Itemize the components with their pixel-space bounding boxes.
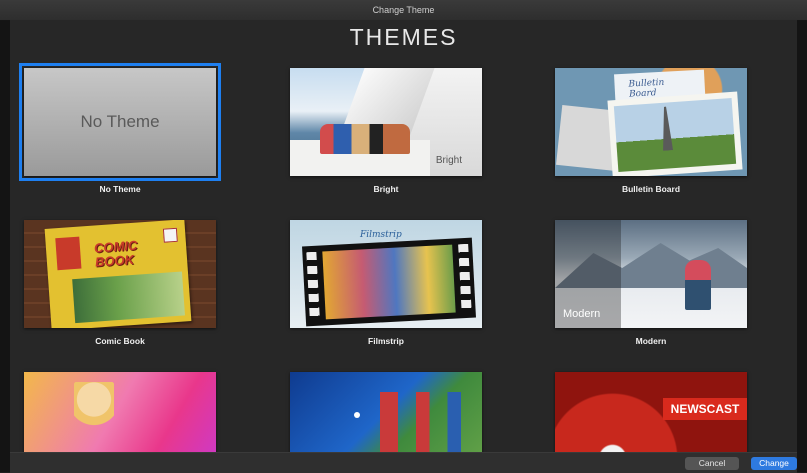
thumbnail-label: COMIC BOOK — [93, 237, 138, 270]
change-button[interactable]: Change — [751, 457, 797, 470]
thumbnail-label: Filmstrip — [360, 230, 402, 240]
people-image — [320, 124, 410, 154]
theme-caption: Comic Book — [95, 336, 145, 346]
thumbnail-label: Bright — [435, 155, 462, 166]
theme-thumbnail[interactable]: No Theme — [19, 63, 221, 181]
theme-tile-filmstrip[interactable]: Filmstrip Filmstrip — [290, 220, 482, 346]
photo-scene — [613, 97, 737, 173]
theme-caption: Filmstrip — [368, 336, 404, 346]
window-title: Change Theme — [0, 0, 807, 21]
kids-image — [380, 392, 470, 452]
themes-sheet: THEMES No Theme No Theme Bright Bright B… — [10, 20, 797, 452]
thumbnail-label: NEWSCAST — [670, 402, 740, 416]
film-perforations — [306, 251, 320, 321]
person-image — [74, 382, 114, 452]
theme-thumbnail[interactable]: NEWSCAST — [555, 372, 747, 452]
theme-caption: Bright — [373, 184, 399, 194]
theme-tile-modern[interactable]: Modern Modern — [555, 220, 747, 346]
stamp-icon — [162, 227, 178, 243]
theme-tile-row3-2[interactable] — [290, 372, 482, 452]
theme-caption: No Theme — [99, 184, 141, 194]
pinned-photo — [607, 91, 743, 176]
theme-thumbnail[interactable]: Bright — [290, 68, 482, 176]
theme-caption: Modern — [635, 336, 667, 346]
window-left-edge — [0, 0, 10, 472]
theme-thumbnail[interactable]: COMIC BOOK — [24, 220, 216, 328]
theme-caption: Bulletin Board — [621, 184, 681, 194]
theme-thumbnail[interactable]: Bulletin Board — [555, 68, 747, 176]
filmstrip-image — [302, 237, 476, 327]
theme-tile-bright[interactable]: Bright Bright — [290, 68, 482, 194]
people-image — [685, 260, 711, 310]
comic-book-cover: COMIC BOOK — [44, 220, 192, 328]
button-bar: Cancel Change — [10, 452, 797, 473]
map-dot-icon — [354, 412, 360, 418]
comic-photo — [72, 271, 185, 324]
theme-tile-comic-book[interactable]: COMIC BOOK Comic Book — [24, 220, 216, 346]
comic-red-panel — [55, 236, 82, 271]
newscast-banner: NEWSCAST — [663, 398, 747, 420]
theme-tile-newscast[interactable]: NEWSCAST — [555, 372, 747, 452]
theme-thumbnail[interactable] — [24, 372, 216, 452]
theme-grid: No Theme No Theme Bright Bright Bulletin… — [10, 20, 797, 452]
theme-thumbnail[interactable]: Filmstrip — [290, 220, 482, 328]
eiffel-tower-image — [660, 106, 673, 151]
film-perforations — [458, 243, 472, 313]
theme-thumbnail[interactable]: Modern — [555, 220, 747, 328]
window-right-edge — [797, 0, 807, 472]
theme-thumbnail[interactable] — [290, 372, 482, 452]
thumbnail-label: Modern — [563, 308, 601, 320]
theme-tile-bulletin-board[interactable]: Bulletin Board Bulletin Board — [555, 68, 747, 194]
thumbnail-label: No Theme — [80, 112, 160, 131]
cancel-button[interactable]: Cancel — [685, 457, 739, 470]
theme-tile-no-theme[interactable]: No Theme No Theme — [19, 63, 221, 194]
theme-tile-row3-1[interactable] — [24, 372, 216, 452]
film-frame — [322, 244, 456, 320]
